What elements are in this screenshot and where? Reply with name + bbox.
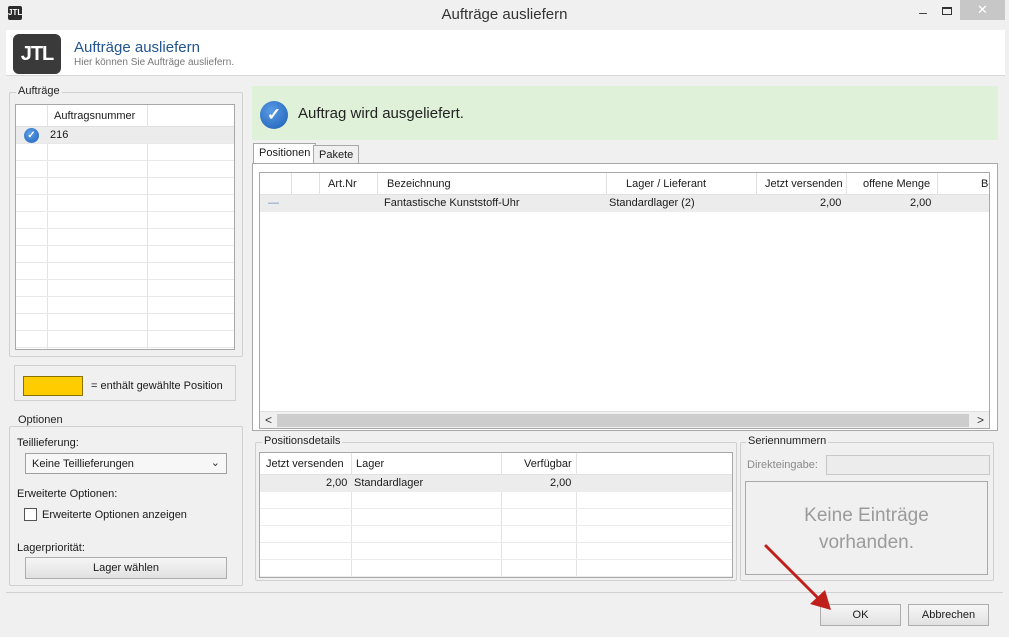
column-header-verfuegbar[interactable]: Verfügbar — [524, 458, 572, 470]
orders-grid[interactable]: Auftragsnummer ✓ 216 — [15, 104, 235, 350]
empty-message-line1: Keine Einträge — [804, 505, 929, 526]
scrollbar-thumb[interactable] — [277, 414, 969, 427]
cancel-button[interactable]: Abbrechen — [908, 604, 989, 626]
status-banner: ✓ Auftrag wird ausgeliefert. — [252, 86, 998, 140]
chevron-down-icon: ⌄ — [210, 457, 220, 469]
direct-input-field[interactable] — [826, 455, 990, 475]
column-header-offene-menge[interactable]: offene Menge — [863, 178, 930, 190]
empty-row — [16, 178, 234, 195]
orders-grid-header: Auftragsnummer — [16, 105, 234, 127]
minimize-button[interactable]: – — [912, 2, 934, 22]
column-header-more[interactable]: Be — [981, 178, 989, 190]
row-marker: — — [268, 197, 279, 209]
empty-row — [16, 195, 234, 212]
check-circle-icon: ✓ — [24, 128, 39, 143]
title-bar: JTL Aufträge ausliefern – ✕ — [0, 0, 1009, 30]
empty-row — [16, 144, 234, 161]
partial-delivery-label: Teillieferung: — [17, 437, 79, 449]
empty-row — [260, 526, 732, 543]
empty-row — [16, 212, 234, 229]
footer-divider — [6, 592, 1003, 593]
scroll-left-icon[interactable]: < — [260, 413, 277, 428]
horizontal-scrollbar[interactable]: < > — [260, 411, 989, 428]
jtl-logo: JTL — [13, 34, 61, 74]
column-header-jetzt-versenden[interactable]: Jetzt versenden — [266, 458, 344, 470]
position-name: Fantastische Kunststoff-Uhr — [384, 197, 520, 209]
column-header-lager[interactable]: Lager / Lieferant — [626, 178, 706, 190]
partial-delivery-select[interactable]: Keine Teillieferungen ⌄ — [25, 453, 227, 474]
grid-line — [606, 173, 607, 195]
scroll-right-icon[interactable]: > — [972, 413, 989, 428]
empty-row — [16, 314, 234, 331]
details-grid-header: Jetzt versenden Lager Verfügbar — [260, 453, 732, 475]
details-warehouse: Standardlager — [354, 477, 424, 489]
empty-row — [16, 161, 234, 178]
window-title: Aufträge ausliefern — [441, 6, 568, 23]
positions-grid-header: Art.Nr Bezeichnung Lager / Lieferant Jet… — [260, 173, 989, 195]
column-header-jetzt-versenden[interactable]: Jetzt versenden — [765, 178, 843, 190]
status-text: Auftrag wird ausgeliefert. — [298, 105, 464, 122]
advanced-options-label: Erweiterte Optionen: — [17, 488, 118, 500]
empty-row — [16, 229, 234, 246]
column-header-artnr[interactable]: Art.Nr — [328, 178, 357, 190]
legend: = enthält gewählte Position — [14, 365, 236, 401]
position-details-label: Positionsdetails — [262, 435, 343, 447]
close-button[interactable]: ✕ — [960, 0, 1005, 20]
grid-line — [319, 173, 320, 195]
advanced-options-checkbox[interactable] — [24, 508, 37, 521]
position-row[interactable]: — Fantastische Kunststoff-Uhr Standardla… — [260, 195, 989, 212]
direct-input-label: Direkteingabe: — [747, 459, 818, 471]
order-row[interactable]: ✓ 216 — [16, 127, 234, 144]
empty-row — [260, 509, 732, 526]
empty-row — [16, 297, 234, 314]
legend-swatch — [23, 376, 83, 396]
dialog-header: JTL Aufträge ausliefern Hier können Sie … — [6, 30, 1005, 76]
check-circle-icon: ✓ — [260, 101, 288, 129]
tab-pakete[interactable]: Pakete — [313, 145, 360, 164]
warehouse-priority-label: Lagerpriorität: — [17, 542, 85, 554]
grid-line — [846, 173, 847, 195]
grid-line — [377, 173, 378, 195]
position-warehouse: Standardlager (2) — [609, 197, 695, 209]
column-header-lager[interactable]: Lager — [356, 458, 384, 470]
partial-delivery-value: Keine Teillieferungen — [32, 458, 134, 470]
advanced-options-checkbox-label[interactable]: Erweiterte Optionen anzeigen — [42, 509, 187, 521]
serial-numbers-label: Seriennummern — [746, 435, 829, 447]
maximize-icon — [942, 7, 952, 15]
position-details-grid[interactable]: Jetzt versenden Lager Verfügbar 2,00 Sta… — [259, 452, 733, 578]
arrow-shaft — [764, 544, 820, 600]
column-header-order-number[interactable]: Auftragsnummer — [54, 110, 135, 122]
maximize-button[interactable] — [936, 2, 958, 22]
grid-line — [937, 173, 938, 195]
order-number: 216 — [50, 129, 69, 141]
orders-group-label: Aufträge — [16, 85, 62, 97]
empty-row — [260, 560, 732, 577]
annotation-arrow-icon — [764, 544, 831, 610]
position-ship-now: 2,00 — [820, 197, 842, 209]
empty-row — [16, 263, 234, 280]
grid-line — [291, 173, 292, 195]
empty-row — [16, 331, 234, 348]
positions-grid[interactable]: Art.Nr Bezeichnung Lager / Lieferant Jet… — [259, 172, 990, 429]
details-ship-now: 2,00 — [326, 477, 348, 489]
header-subtitle: Hier können Sie Aufträge ausliefern. — [74, 57, 235, 68]
empty-row — [260, 492, 732, 509]
details-available: 2,00 — [550, 477, 572, 489]
empty-row — [260, 543, 732, 560]
empty-row — [16, 280, 234, 297]
column-header-bezeichnung[interactable]: Bezeichnung — [387, 178, 451, 190]
choose-warehouse-button[interactable]: Lager wählen — [25, 557, 227, 579]
empty-row — [16, 246, 234, 263]
grid-line — [756, 173, 757, 195]
position-open-qty: 2,00 — [910, 197, 932, 209]
details-row[interactable]: 2,00 Standardlager 2,00 — [260, 475, 732, 492]
legend-text: = enthält gewählte Position — [91, 380, 223, 392]
options-group-label: Optionen — [16, 414, 65, 426]
tab-positionen[interactable]: Positionen — [253, 143, 317, 164]
header-title: Aufträge ausliefern — [74, 39, 200, 56]
